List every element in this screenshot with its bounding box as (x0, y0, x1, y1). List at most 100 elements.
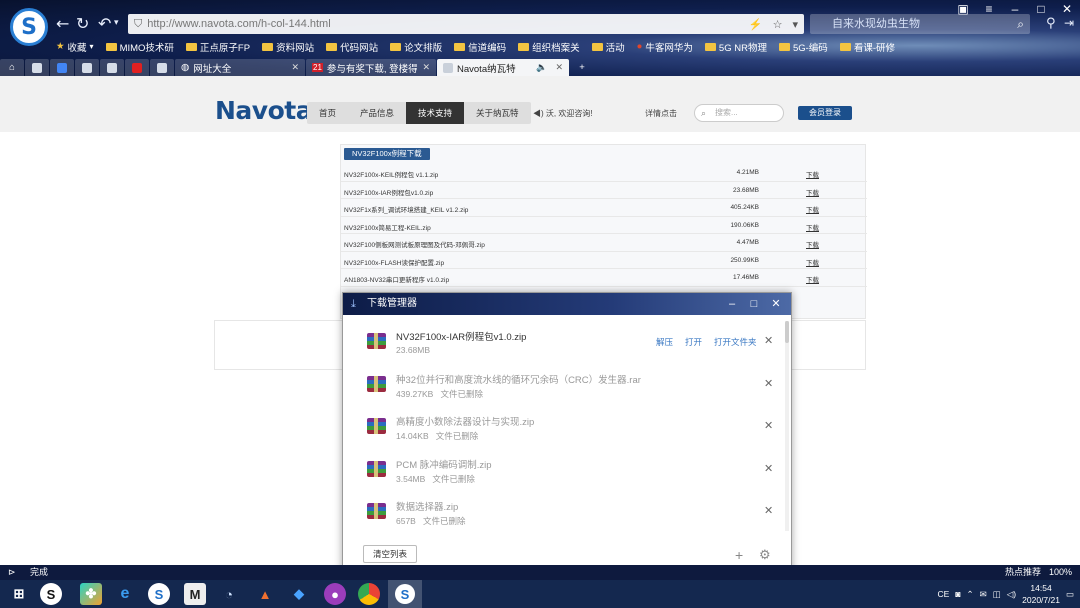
list-item[interactable]: 数据选择器.zip 657B 文件已删除 ✕ (343, 489, 783, 532)
edge-icon[interactable]: e (114, 583, 136, 605)
sogou-active-icon[interactable]: S (388, 580, 422, 608)
close-tab-icon[interactable]: ✕ (291, 62, 299, 73)
modelsim-icon[interactable]: M (184, 583, 206, 605)
menu-about[interactable]: 关于纳瓦特 (464, 102, 531, 124)
download-link[interactable]: 下载 (806, 274, 819, 284)
menu-tech-support[interactable]: 技术支持 (406, 102, 465, 124)
list-item[interactable]: 种32位并行和高度流水线的循环冗余码（CRC）发生器.rar 439.27KB … (343, 362, 783, 405)
sound-icon[interactable]: 🔈 (536, 62, 547, 73)
maximize-icon[interactable]: □ (1028, 2, 1054, 16)
tab-navota[interactable]: Navota纳瓦特 🔈 ✕ (437, 59, 569, 76)
scrollbar-thumb[interactable] (785, 321, 789, 343)
clock[interactable]: 14:54 2020/7/21 (1022, 582, 1060, 606)
open-folder-link[interactable]: 打开文件夹 (714, 336, 757, 348)
app-colorful-icon[interactable]: ✤ (80, 583, 102, 605)
tab-pinned[interactable] (75, 59, 99, 76)
sogou-browser-icon[interactable]: S (148, 583, 170, 605)
bookmark-item[interactable]: ★ 收藏 ▾ (56, 39, 94, 54)
address-url[interactable]: http://www.navota.com/h-col-144.html (147, 18, 330, 30)
tab-pinned[interactable] (25, 59, 49, 76)
app-s-icon[interactable]: S (40, 583, 62, 605)
menu-icon[interactable]: ≡ (976, 2, 1002, 16)
maximize-icon[interactable]: □ (743, 293, 765, 315)
browser-search-text[interactable]: 自来水现幼虫生物 (832, 18, 920, 30)
site-search-input[interactable]: ⌕ 搜索... (694, 104, 784, 122)
cube-app-icon[interactable]: ◆ (288, 583, 310, 605)
user-icon[interactable]: ⚲ (1046, 16, 1056, 31)
download-link[interactable]: 下载 (806, 169, 819, 179)
address-bar[interactable]: ⛉ http://www.navota.com/h-col-144.html ⚡… (128, 14, 804, 34)
bookmark-item[interactable]: 组织档案关 (518, 39, 580, 54)
menu-products[interactable]: 产品信息 (348, 102, 406, 124)
download-link[interactable]: 下载 (806, 257, 819, 267)
remove-item-icon[interactable]: ✕ (764, 377, 773, 390)
close-icon[interactable]: ✕ (1054, 2, 1080, 16)
menu-home[interactable]: 首页 (307, 102, 348, 124)
undo-dropdown-icon[interactable]: ▾ (114, 18, 119, 28)
badge-icon[interactable]: ▣ (950, 2, 976, 16)
list-item[interactable]: NV32F100x-IAR例程包v1.0.zip 23.68MB 解压 打开 打… (343, 319, 783, 362)
tab-pinned[interactable] (50, 59, 74, 76)
wechat-devtool-icon[interactable]: ◔ (218, 583, 240, 605)
bookmark-item[interactable]: 活动 (591, 39, 625, 54)
ime-indicator[interactable]: CE (938, 589, 950, 599)
antivirus-icon[interactable]: ◙ (955, 589, 960, 599)
gear-icon[interactable]: ⚙ (759, 547, 771, 563)
tab-url-directory[interactable]: ◍ 网址大全 ✕ (175, 59, 305, 76)
add-download-icon[interactable]: + (735, 547, 743, 563)
close-tab-icon[interactable]: ✕ (555, 62, 563, 73)
bookmark-item[interactable]: 5G-编码 (778, 39, 828, 54)
site-logo[interactable]: Navota (215, 96, 313, 125)
list-item[interactable]: PCM 脉冲编码调制.zip 3.54MB 文件已删除 ✕ (343, 447, 783, 490)
browser-logo-icon[interactable]: S (10, 8, 48, 46)
download-manager-titlebar[interactable]: ⤓ 下载管理器 – □ ✕ (343, 293, 791, 315)
download-link[interactable]: 下载 (806, 222, 819, 232)
address-dropdown-icon[interactable]: ▾ (792, 18, 798, 31)
bookmark-item[interactable]: 资料网站 (262, 39, 314, 54)
purple-app-icon[interactable]: ● (324, 583, 346, 605)
refresh-icon[interactable]: ↻ (76, 14, 89, 33)
tab-promo[interactable]: 21 参与有奖下载, 登楼得! ✕ (306, 59, 436, 76)
remove-item-icon[interactable]: ✕ (764, 334, 773, 347)
download-link[interactable]: 下载 (806, 204, 819, 214)
download-link[interactable]: 下载 (806, 187, 819, 197)
notification-icon[interactable]: ▭ (1066, 589, 1074, 600)
hot-recommend[interactable]: 热点推荐 (1005, 565, 1041, 580)
new-tab-button[interactable]: + (570, 59, 594, 76)
clear-list-button[interactable]: 清空列表 (363, 545, 417, 563)
tab-home[interactable]: ⌂ (0, 59, 24, 76)
search-icon[interactable]: ⌕ (1017, 14, 1024, 34)
open-link[interactable]: 打开 (685, 336, 702, 348)
bookmark-item[interactable]: 论文排版 (390, 39, 442, 54)
extract-link[interactable]: 解压 (656, 336, 673, 348)
zoom-level[interactable]: 100% (1049, 565, 1072, 580)
network-icon[interactable]: ◫ (993, 589, 1001, 600)
bookmark-item[interactable]: ● 牛客网华为 (637, 39, 693, 54)
minimize-icon[interactable]: – (721, 293, 743, 315)
close-icon[interactable]: ✕ (765, 293, 787, 315)
minimize-icon[interactable]: – (1002, 2, 1028, 16)
remove-item-icon[interactable]: ✕ (764, 419, 773, 432)
tab-pinned[interactable] (100, 59, 124, 76)
wechat-icon[interactable]: ✉ (980, 589, 987, 600)
sidebar-expand-icon[interactable]: ⊳ (8, 565, 16, 580)
volume-icon[interactable]: ◁) (1007, 589, 1016, 600)
bookmark-item[interactable]: 5G NR物理 (704, 39, 767, 54)
member-login-button[interactable]: 会员登录 (798, 106, 852, 120)
chrome-icon[interactable] (358, 583, 380, 605)
download-link[interactable]: 下载 (806, 239, 819, 249)
bookmark-item[interactable]: 看课-研修 (839, 39, 895, 54)
matlab-icon[interactable]: ▲ (254, 583, 276, 605)
lightning-icon[interactable]: ⚡ (749, 18, 763, 31)
bookmark-item[interactable]: 信道编码 (454, 39, 506, 54)
back-icon[interactable]: ← (56, 14, 69, 33)
remove-item-icon[interactable]: ✕ (764, 504, 773, 517)
windows-start-icon[interactable]: ⊞ (8, 583, 30, 605)
list-item[interactable]: 高精度小数除法器设计与实现.zip 14.04KB 文件已删除 ✕ (343, 404, 783, 447)
bookmark-item[interactable]: 代码网站 (326, 39, 378, 54)
download-list-scrollbar[interactable] (785, 321, 789, 531)
bookmark-star-icon[interactable]: ☆ (773, 18, 783, 31)
browser-search[interactable]: 自来水现幼虫生物 ⌕ (810, 14, 1030, 34)
bookmark-item[interactable]: MIMO技术研 (105, 39, 174, 54)
sidebar-toggle-icon[interactable]: ⇥ (1064, 16, 1074, 30)
